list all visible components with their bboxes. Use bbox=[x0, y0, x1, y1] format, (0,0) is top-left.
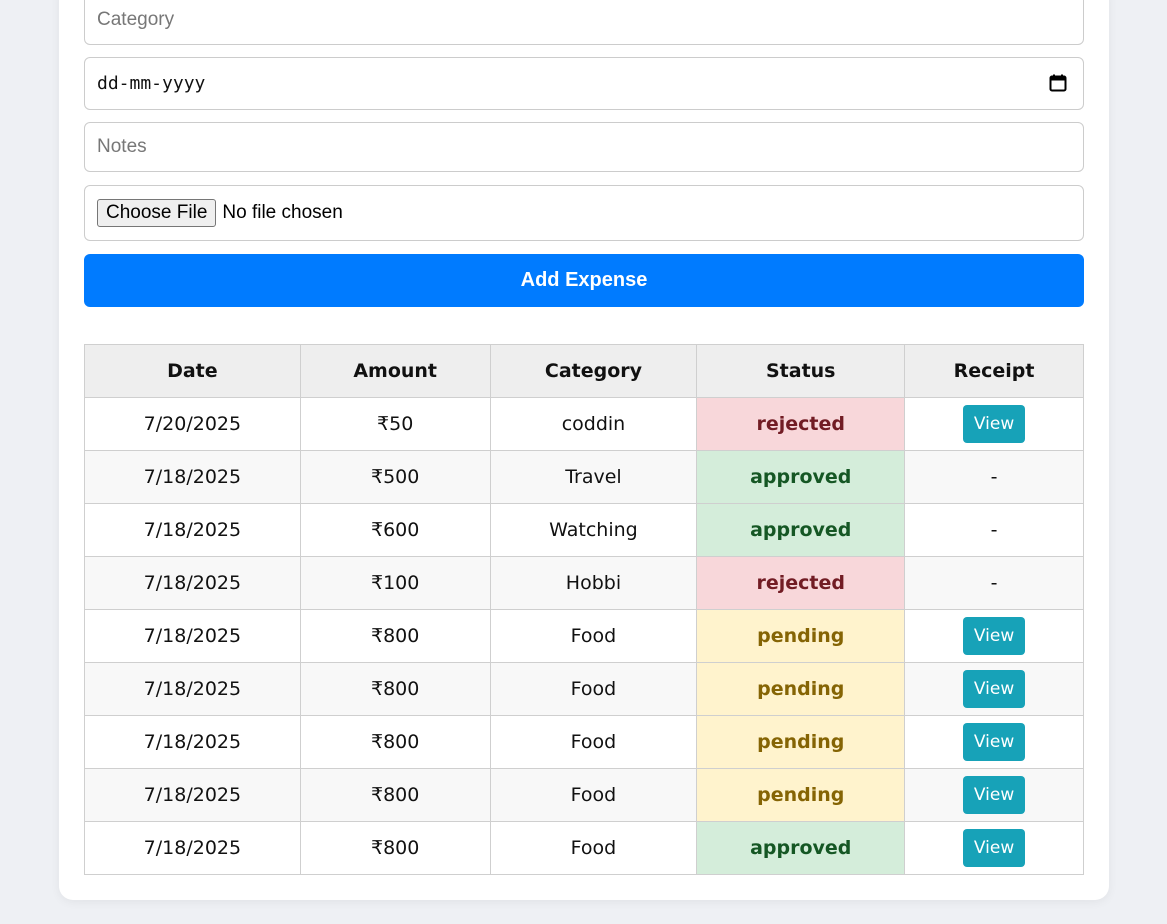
cell-receipt: View bbox=[904, 768, 1084, 822]
cell-date: 7/18/2025 bbox=[84, 715, 301, 769]
status-badge: pending bbox=[696, 715, 906, 769]
file-status: No file chosen bbox=[222, 202, 343, 223]
table-row: 7/18/2025 ₹800 Food pending View bbox=[84, 768, 1084, 822]
header-status: Status bbox=[696, 344, 906, 398]
cell-amount: ₹800 bbox=[299, 662, 491, 716]
cell-date: 7/18/2025 bbox=[84, 609, 301, 663]
header-category: Category bbox=[489, 344, 698, 398]
cell-amount: ₹100 bbox=[299, 556, 491, 610]
notes-placeholder: Notes bbox=[97, 136, 147, 157]
view-receipt-button[interactable]: View bbox=[962, 723, 1026, 761]
cell-receipt: - bbox=[904, 556, 1084, 610]
cell-amount: ₹600 bbox=[299, 503, 491, 557]
table-header-row: Date Amount Category Status Receipt bbox=[84, 344, 1084, 398]
table-row: 7/18/2025 ₹600 Watching approved - bbox=[84, 503, 1084, 557]
cell-amount: ₹800 bbox=[299, 715, 491, 769]
cell-date: 7/18/2025 bbox=[84, 450, 301, 504]
cell-amount: ₹800 bbox=[299, 609, 491, 663]
cell-date: 7/18/2025 bbox=[84, 556, 301, 610]
cell-category: Hobbi bbox=[489, 556, 698, 610]
date-input[interactable]: dd-mm-yyyy bbox=[84, 57, 1084, 110]
table-row: 7/18/2025 ₹500 Travel approved - bbox=[84, 450, 1084, 504]
header-date: Date bbox=[84, 344, 301, 398]
table-row: 7/18/2025 ₹800 Food pending View bbox=[84, 609, 1084, 663]
add-expense-button[interactable]: Add Expense bbox=[84, 254, 1084, 307]
view-receipt-button[interactable]: View bbox=[962, 829, 1026, 867]
table-row: 7/18/2025 ₹100 Hobbi rejected - bbox=[84, 556, 1084, 610]
cell-amount: ₹800 bbox=[299, 821, 491, 875]
cell-receipt: View bbox=[904, 609, 1084, 663]
view-receipt-button[interactable]: View bbox=[962, 617, 1026, 655]
cell-category: Food bbox=[489, 609, 698, 663]
status-badge: pending bbox=[696, 609, 906, 663]
table-row: 7/18/2025 ₹800 Food pending View bbox=[84, 715, 1084, 769]
cell-category: Food bbox=[489, 715, 698, 769]
cell-date: 7/18/2025 bbox=[84, 503, 301, 557]
cell-date: 7/18/2025 bbox=[84, 768, 301, 822]
table-row: 7/18/2025 ₹800 Food pending View bbox=[84, 662, 1084, 716]
expenses-table: Date Amount Category Status Receipt 7/20… bbox=[84, 344, 1084, 875]
cell-category: Food bbox=[489, 768, 698, 822]
cell-category: Food bbox=[489, 662, 698, 716]
status-badge: pending bbox=[696, 662, 906, 716]
view-receipt-button[interactable]: View bbox=[962, 776, 1026, 814]
cell-receipt: - bbox=[904, 450, 1084, 504]
choose-file-button[interactable]: Choose File bbox=[97, 199, 217, 227]
cell-amount: ₹500 bbox=[299, 450, 491, 504]
cell-amount: ₹800 bbox=[299, 768, 491, 822]
cell-receipt: View bbox=[904, 662, 1084, 716]
cell-date: 7/18/2025 bbox=[84, 662, 301, 716]
status-badge: approved bbox=[696, 503, 906, 557]
cell-receipt: - bbox=[904, 503, 1084, 557]
header-receipt: Receipt bbox=[904, 344, 1084, 398]
cell-date: 7/18/2025 bbox=[84, 821, 301, 875]
cell-category: coddin bbox=[489, 397, 698, 451]
notes-input[interactable]: Notes bbox=[84, 122, 1084, 172]
cell-date: 7/20/2025 bbox=[84, 397, 301, 451]
status-badge: approved bbox=[696, 450, 906, 504]
date-placeholder: dd-mm-yyyy bbox=[97, 73, 206, 94]
category-placeholder: Category bbox=[97, 8, 175, 30]
table-row: 7/20/2025 ₹50 coddin rejected View bbox=[84, 397, 1084, 451]
table-row: 7/18/2025 ₹800 Food approved View bbox=[84, 821, 1084, 875]
cell-category: Watching bbox=[489, 503, 698, 557]
cell-receipt: View bbox=[904, 715, 1084, 769]
view-receipt-button[interactable]: View bbox=[962, 670, 1026, 708]
status-badge: pending bbox=[696, 768, 906, 822]
status-badge: rejected bbox=[696, 397, 906, 451]
category-input[interactable]: Category bbox=[84, 0, 1084, 45]
cell-category: Travel bbox=[489, 450, 698, 504]
calendar-icon[interactable] bbox=[1049, 74, 1067, 92]
status-badge: approved bbox=[696, 821, 906, 875]
cell-category: Food bbox=[489, 821, 698, 875]
status-badge: rejected bbox=[696, 556, 906, 610]
receipt-file-input: Choose File No file chosen bbox=[84, 185, 1084, 241]
view-receipt-button[interactable]: View bbox=[962, 405, 1026, 443]
cell-receipt: View bbox=[904, 397, 1084, 451]
header-amount: Amount bbox=[299, 344, 491, 398]
cell-receipt: View bbox=[904, 821, 1084, 875]
cell-amount: ₹50 bbox=[299, 397, 491, 451]
